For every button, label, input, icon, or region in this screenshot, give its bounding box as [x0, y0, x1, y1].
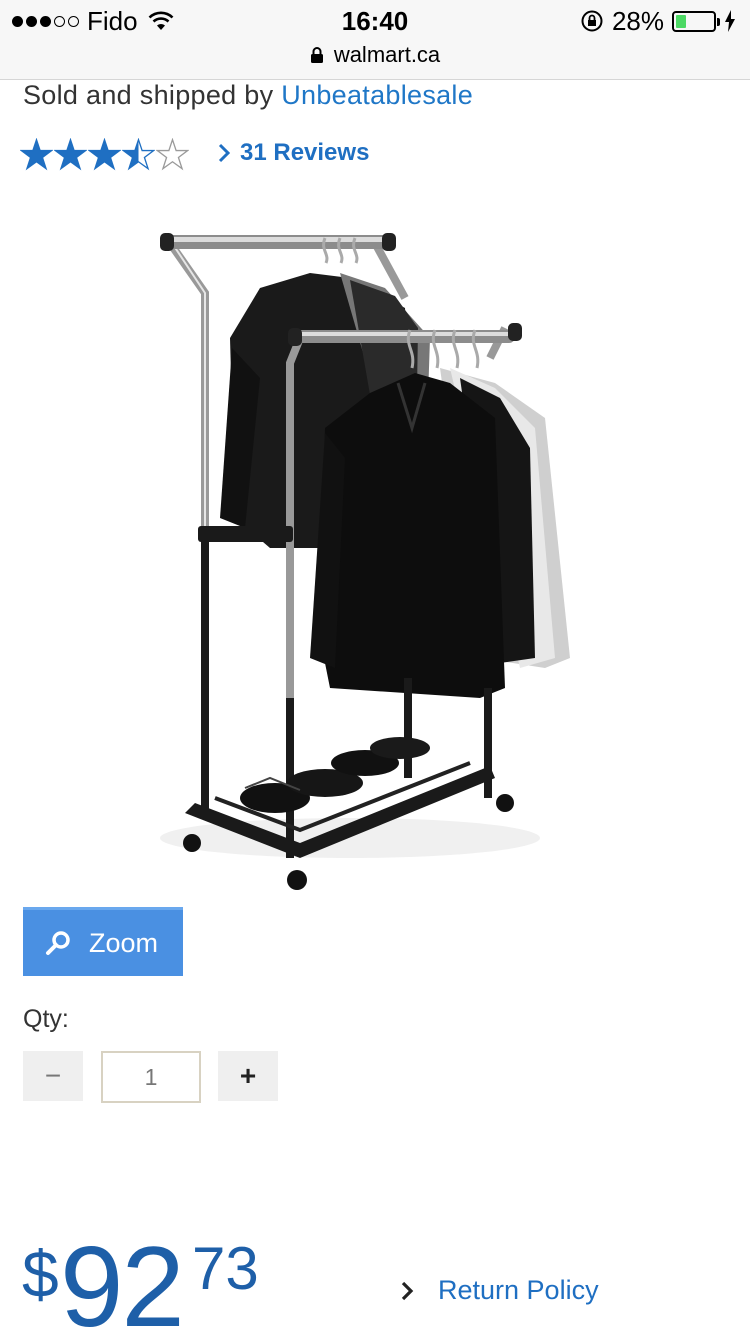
battery-percent: 28% [611, 5, 664, 36]
star-rating [20, 136, 189, 172]
seller-line: Sold and shipped by Unbeatablesale [23, 80, 473, 111]
reviews-count: 31 Reviews [240, 139, 370, 166]
reviews-link[interactable]: 31 Reviews [218, 139, 369, 167]
status-right: 28% [580, 6, 736, 36]
return-policy-link[interactable]: Return Policy [400, 1275, 599, 1306]
zoom-button[interactable]: Zoom [23, 907, 183, 976]
zoom-label: Zoom [89, 927, 159, 958]
return-policy-label: Return Policy [438, 1275, 599, 1305]
status-bar: Fido 16:40 28% walmart.ca [0, 0, 750, 80]
seller-link[interactable]: Unbeatablesale [281, 80, 473, 110]
magnifier-icon [46, 931, 70, 955]
chevron-right-icon [401, 1281, 414, 1300]
rotation-lock-icon [581, 10, 603, 32]
battery-icon [672, 10, 720, 32]
product-image[interactable] [150, 218, 590, 898]
qty-input[interactable] [101, 1051, 201, 1103]
qty-label: Qty: [23, 1005, 69, 1033]
qty-increment-button[interactable]: + [218, 1051, 278, 1101]
lock-icon [310, 47, 323, 63]
stars [20, 137, 189, 171]
star-full-icon [54, 137, 87, 170]
address-bar[interactable]: walmart.ca [0, 40, 750, 70]
qty-decrement-button[interactable]: − [23, 1051, 83, 1101]
star-half-icon [122, 137, 155, 170]
price-currency: $ [22, 1237, 59, 1311]
seller-prefix: Sold and shipped by [23, 80, 274, 110]
star-empty-icon [156, 137, 189, 170]
price-cents: 73 [192, 1235, 259, 1302]
star-full-icon [88, 137, 121, 170]
price-dollars: 92 [60, 1224, 185, 1334]
star-full-icon [20, 137, 53, 170]
charging-bolt-icon [725, 10, 735, 32]
url-text: walmart.ca [333, 42, 441, 67]
chevron-right-icon [218, 143, 230, 163]
battery-level [676, 14, 687, 28]
